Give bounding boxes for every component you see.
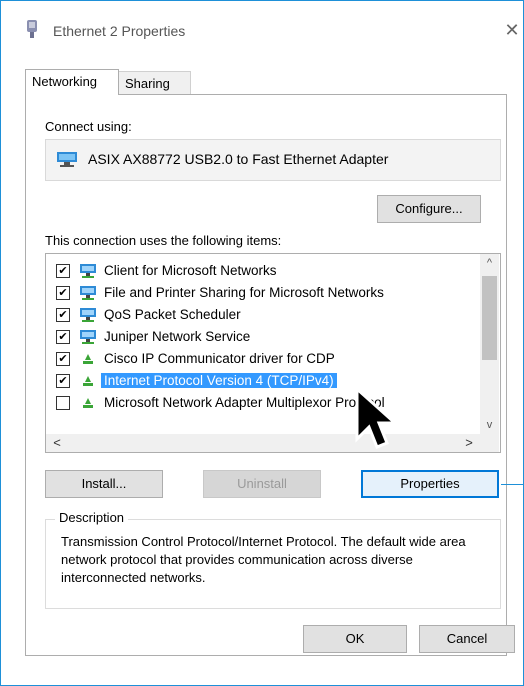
list-item[interactable]: ✔ QoS Packet Scheduler	[46, 304, 480, 326]
item-label: QoS Packet Scheduler	[104, 307, 241, 322]
close-icon: ✕	[504, 20, 520, 40]
title-bar: Ethernet 2 Properties ✕	[1, 1, 523, 40]
item-checkbox[interactable]: ✔	[56, 352, 70, 366]
scroll-corner	[480, 434, 499, 452]
button-label: Uninstall	[237, 476, 287, 491]
item-label: File and Printer Sharing for Microsoft N…	[104, 285, 384, 300]
list-item[interactable]: ✔ File and Printer Sharing for Microsoft…	[46, 282, 480, 304]
connect-using-label: Connect using:	[45, 119, 132, 134]
properties-button[interactable]: Properties	[361, 470, 499, 498]
items-label: This connection uses the following items…	[45, 233, 282, 248]
item-checkbox[interactable]: ✔	[56, 286, 70, 300]
tab-label: Sharing	[125, 76, 170, 91]
list-item[interactable]: ✔ Juniper Network Service	[46, 326, 480, 348]
list-item[interactable]: Microsoft Network Adapter Multiplexor Pr…	[46, 392, 480, 414]
properties-dialog: Ethernet 2 Properties ✕ Networking Shari…	[0, 0, 524, 686]
button-label: Cancel	[446, 631, 488, 646]
button-label: OK	[345, 631, 365, 646]
items-list[interactable]: ✔ Client for Microsoft Networks ✔ File a…	[45, 253, 501, 453]
ok-button[interactable]: OK	[303, 625, 407, 653]
item-checkbox[interactable]: ✔	[56, 330, 70, 344]
item-label: Client for Microsoft Networks	[104, 263, 277, 278]
mouse-pointer-icon	[355, 387, 397, 449]
configure-button[interactable]: Configure...	[377, 195, 481, 223]
description-title: Description	[55, 510, 129, 525]
window-title: Ethernet 2 Properties	[53, 23, 186, 39]
item-label: Cisco IP Communicator driver for CDP	[104, 351, 335, 366]
callout-line	[501, 484, 524, 485]
item-checkbox[interactable]	[56, 396, 70, 410]
button-label: Install...	[81, 476, 127, 491]
cancel-button[interactable]: Cancel	[419, 625, 515, 653]
tab-label: Networking	[32, 74, 98, 89]
adapter-name: ASIX AX88772 USB2.0 to Fast Ethernet Ada…	[88, 151, 389, 167]
network-adapter-icon	[57, 152, 77, 167]
list-item[interactable]: ✔ Cisco IP Communicator driver for CDP	[46, 348, 480, 370]
description-text: Transmission Control Protocol/Internet P…	[61, 534, 466, 585]
button-label: Configure...	[395, 201, 463, 216]
vertical-scrollbar[interactable]: ^ v	[480, 254, 499, 434]
button-label: Properties	[400, 476, 460, 491]
tab-networking[interactable]: Networking	[25, 69, 119, 95]
network-shield-icon	[27, 20, 37, 38]
item-checkbox[interactable]: ✔	[56, 374, 70, 388]
install-button[interactable]: Install...	[45, 470, 163, 498]
protocol-icon	[83, 398, 93, 408]
network-client-icon	[80, 330, 96, 344]
tab-sharing[interactable]: Sharing	[119, 71, 191, 95]
item-label: Microsoft Network Adapter Multiplexor Pr…	[104, 395, 385, 410]
scroll-down-icon[interactable]: v	[480, 416, 499, 434]
adapter-display: ASIX AX88772 USB2.0 to Fast Ethernet Ada…	[45, 139, 501, 181]
network-client-icon	[80, 286, 96, 300]
close-button[interactable]: ✕	[501, 19, 523, 41]
uninstall-button[interactable]: Uninstall	[203, 470, 321, 498]
scroll-left-icon[interactable]: <	[48, 434, 66, 452]
horizontal-scrollbar[interactable]: < >	[46, 434, 480, 452]
network-client-icon	[80, 308, 96, 322]
scroll-right-icon[interactable]: >	[460, 434, 478, 452]
network-client-icon	[80, 264, 96, 278]
scroll-up-icon[interactable]: ^	[480, 254, 499, 272]
item-label: Juniper Network Service	[104, 329, 251, 344]
list-item-selected[interactable]: ✔ Internet Protocol Version 4 (TCP/IPv4)	[46, 370, 480, 392]
list-item[interactable]: ✔ Client for Microsoft Networks	[46, 260, 480, 282]
item-label: Internet Protocol Version 4 (TCP/IPv4)	[101, 373, 337, 388]
protocol-icon	[83, 354, 93, 364]
item-checkbox[interactable]: ✔	[56, 308, 70, 322]
item-checkbox[interactable]: ✔	[56, 264, 70, 278]
scroll-thumb[interactable]	[482, 276, 497, 360]
protocol-icon	[83, 376, 93, 386]
